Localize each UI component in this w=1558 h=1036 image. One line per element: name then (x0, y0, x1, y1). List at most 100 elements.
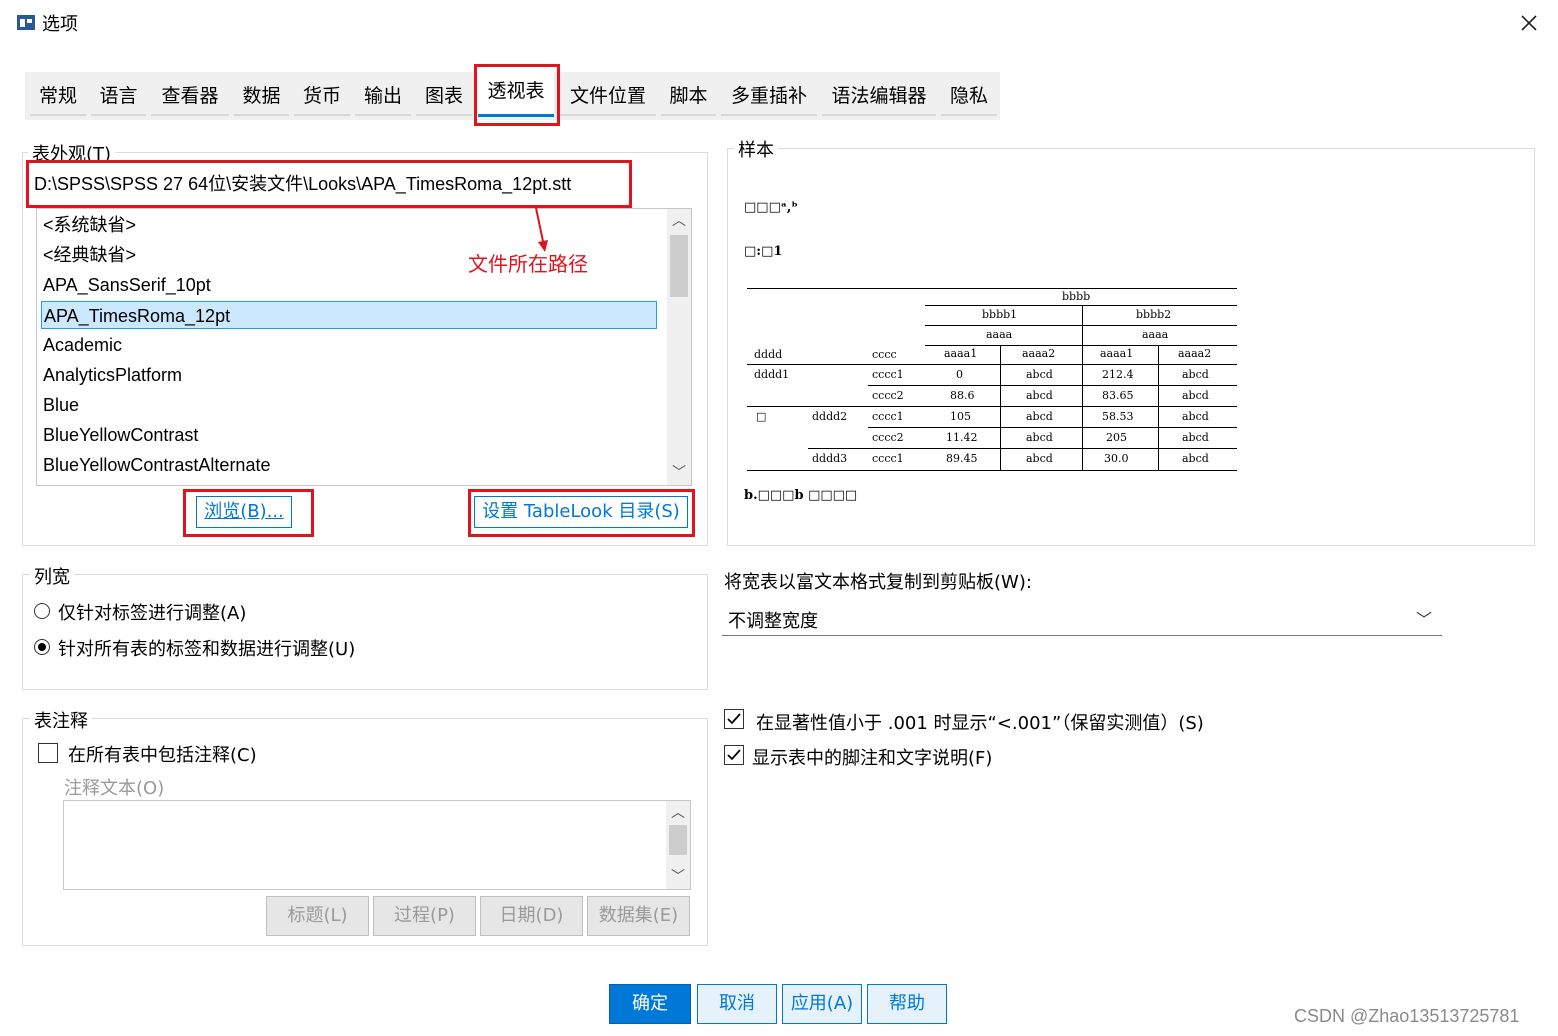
tab-currency[interactable]: 货币 (294, 78, 350, 116)
tab-privacy[interactable]: 隐私 (941, 78, 997, 116)
scroll-thumb[interactable] (669, 825, 687, 855)
annotation-text: 文件所在路径 (468, 252, 588, 276)
list-item[interactable]: Academic (43, 331, 122, 359)
tab-general[interactable]: 常规 (30, 78, 86, 116)
footnote-label: 显示表中的脚注和文字说明(F) (752, 748, 993, 769)
scroll-up-icon[interactable]: ︿ (667, 209, 691, 233)
annotation-box-path (26, 160, 632, 208)
list-item[interactable]: AnalyticsPlatform (43, 361, 182, 389)
sample-rule (747, 364, 1237, 365)
cancel-button[interactable]: 取消 (697, 984, 777, 1024)
sample-rule (868, 385, 1237, 386)
chevron-down-icon: ﹀ (1415, 610, 1432, 629)
include-notes-label: 在所有表中包括注释(C) (68, 745, 257, 766)
sample-cell: cccc2 (872, 431, 904, 444)
sample-cell: abcd (1182, 431, 1209, 444)
table-notes-group-title: 表注释 (30, 707, 92, 733)
help-button[interactable]: 帮助 (867, 984, 947, 1024)
list-item[interactable]: BlueYellowContrast (43, 421, 198, 449)
sample-vrule (1000, 345, 1001, 471)
sample-cell: cccc1 (872, 368, 904, 381)
sample-vrule (1082, 305, 1083, 471)
tab-scripts[interactable]: 脚本 (661, 78, 716, 116)
list-item[interactable]: <系统缺省> (43, 211, 136, 239)
tab-language[interactable]: 语言 (91, 78, 146, 116)
sample-cell: cccc1 (872, 410, 904, 423)
window-title: 选项 (42, 14, 78, 35)
sample-cell: □ (756, 410, 767, 423)
sample-header-bbbb2: bbbb2 (1136, 308, 1172, 321)
sig-label: 在显著性值小于 .001 时显示“<.001”（保留实测值）(S) (756, 713, 1204, 734)
sample-header-aaaa-right: aaaa (1142, 328, 1169, 341)
table-look-list[interactable]: <系统缺省> <经典缺省> APA_SansSerif_10pt APA_Tim… (36, 208, 692, 486)
list-scrollbar[interactable]: ︿ ﹀ (667, 209, 691, 485)
app-icon (17, 15, 35, 30)
list-item[interactable]: Blue (43, 391, 79, 419)
sample-cell: abcd (1182, 452, 1209, 465)
sample-cell: abcd (1026, 431, 1053, 444)
tab-syntax-editor[interactable]: 语法编辑器 (822, 78, 936, 116)
sample-cell: 0 (956, 368, 963, 381)
sample-cell: 212.4 (1102, 368, 1134, 381)
radio-labels-only[interactable] (34, 603, 50, 619)
sample-rule (925, 305, 1237, 306)
tab-charts[interactable]: 图表 (416, 78, 472, 116)
note-text-label: 注释文本(O) (64, 778, 165, 799)
sample-cell: 58.53 (1102, 410, 1134, 423)
sample-cell: 83.65 (1102, 389, 1134, 402)
tab-data[interactable]: 数据 (234, 78, 289, 116)
sample-rule (808, 448, 1237, 449)
tab-file-locations[interactable]: 文件位置 (560, 78, 656, 116)
sample-col-aaaa1b: aaaa1 (1100, 347, 1134, 360)
tab-viewer[interactable]: 查看器 (151, 78, 229, 116)
scroll-thumb[interactable] (670, 235, 688, 297)
tab-output[interactable]: 输出 (355, 78, 411, 116)
sample-rule (747, 406, 1237, 407)
sample-cell: 105 (950, 410, 971, 423)
sig-checkbox[interactable] (724, 709, 744, 729)
sample-vrule (1158, 345, 1159, 471)
apply-button[interactable]: 应用(A) (782, 984, 862, 1024)
sample-header-bbbb1: bbbb1 (982, 308, 1018, 321)
copy-width-select[interactable]: 不调整宽度 ﹀ (722, 602, 1442, 636)
procedure-button[interactable]: 过程(P) (373, 896, 476, 936)
note-scrollbar[interactable]: ︿ ﹀ (666, 801, 690, 889)
sample-rule (747, 288, 1237, 289)
close-button[interactable] (1514, 8, 1544, 38)
footnote-checkbox[interactable] (724, 745, 744, 765)
sample-cell: 205 (1106, 431, 1127, 444)
include-notes-checkbox[interactable] (38, 743, 58, 763)
sample-title: □□□ᵃ,ᵇ (744, 200, 798, 215)
radio-all-tables-label: 针对所有表的标签和数据进行调整(U) (58, 639, 356, 660)
sample-cell: dddd2 (812, 410, 848, 423)
copy-width-label: 将宽表以富文本格式复制到剪贴板(W): (724, 572, 1032, 593)
list-item[interactable]: <经典缺省> (43, 241, 136, 269)
radio-all-tables[interactable] (34, 639, 50, 655)
scroll-down-icon[interactable]: ﹀ (667, 461, 691, 485)
sample-rule (925, 325, 1237, 326)
annotation-box-set-dir (468, 489, 695, 537)
sample-cell: dddd3 (812, 452, 848, 465)
sample-header-bbbb: bbbb (1062, 290, 1091, 303)
ok-button[interactable]: 确定 (609, 984, 691, 1024)
sample-cell: abcd (1026, 368, 1053, 381)
sample-rule (925, 345, 1237, 346)
sample-cell: abcd (1182, 410, 1209, 423)
sample-cell: 11.42 (946, 431, 978, 444)
column-width-group (22, 574, 708, 690)
sample-cell: abcd (1026, 389, 1053, 402)
list-item-selected[interactable]: APA_TimesRoma_12pt (41, 301, 657, 329)
sample-header-aaaa-left: aaaa (986, 328, 1013, 341)
scroll-up-icon[interactable]: ︿ (666, 801, 690, 825)
title-button[interactable]: 标题(L) (266, 896, 369, 936)
copy-width-value: 不调整宽度 (728, 611, 818, 632)
scroll-down-icon[interactable]: ﹀ (666, 865, 690, 889)
sample-cell: 89.45 (946, 452, 978, 465)
sample-col-dddd: dddd (754, 348, 783, 361)
list-item[interactable]: BlueYellowContrastAlternate (43, 451, 270, 479)
date-button[interactable]: 日期(D) (480, 896, 583, 936)
tab-multiple-imputation[interactable]: 多重插补 (721, 78, 817, 116)
dataset-button[interactable]: 数据集(E) (587, 896, 690, 936)
note-text-area[interactable]: ︿ ﹀ (63, 800, 691, 890)
list-item[interactable]: APA_SansSerif_10pt (43, 271, 211, 299)
